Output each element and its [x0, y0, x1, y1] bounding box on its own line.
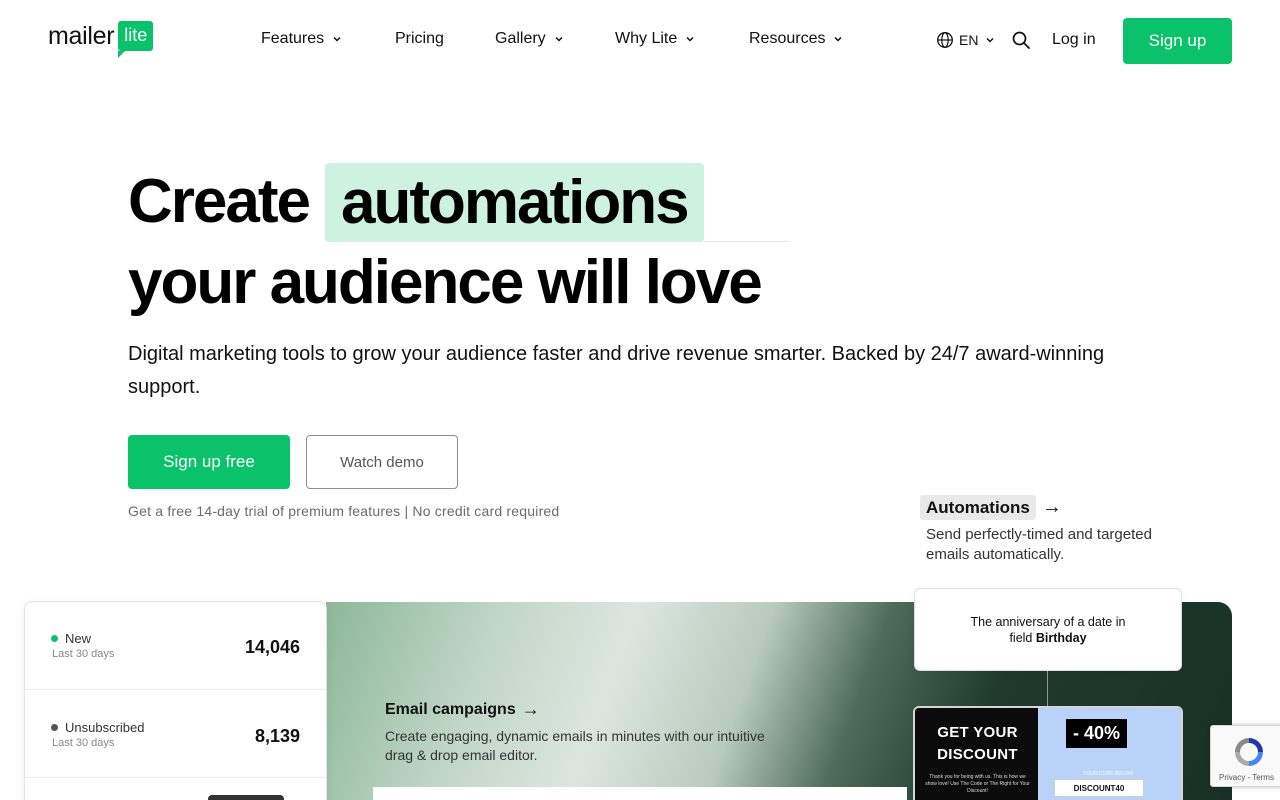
chevron-down-icon: [834, 36, 843, 42]
chevron-down-icon: [333, 36, 341, 42]
automations-link[interactable]: Automations →: [920, 495, 1062, 520]
hero-title-prefix: Create: [128, 167, 311, 236]
automations-title: Automations: [920, 495, 1036, 520]
stat-label-wrap: Unsubscribed: [51, 720, 145, 735]
email-campaigns-link[interactable]: Email campaigns →: [385, 699, 540, 720]
mailerlite-logo[interactable]: mailer lite: [48, 21, 154, 58]
language-selector[interactable]: EN: [936, 31, 995, 49]
stat-value: 14,046: [244, 637, 300, 657]
automation-trigger-card: The anniversary of a date in field Birth…: [914, 588, 1182, 671]
discount-badge: - 40%: [1066, 719, 1128, 748]
hero-subtitle: Digital marketing tools to grow your aud…: [128, 343, 1105, 398]
stat-value: 8,139: [254, 726, 300, 746]
trigger-field-prefix: field: [1009, 630, 1033, 645]
promo-body-text: Thank you for being with us. This is how…: [925, 774, 1030, 794]
nav-item-label: Features: [261, 30, 325, 47]
trigger-line1: The anniversary of a date in: [970, 614, 1126, 629]
stat-label-wrap: New: [51, 631, 91, 646]
promo-left-panel: GET YOUR DISCOUNT Thank you for being wi…: [915, 708, 1038, 800]
globe-icon: [937, 32, 953, 48]
hero-title-line1: Create automations: [128, 162, 704, 242]
automations-description: Send perfectly-timed and targeted emails…: [926, 526, 1152, 563]
nav-item-resources[interactable]: Resources: [749, 30, 843, 48]
stat-row-new: New Last 30 days 14,046: [25, 602, 326, 690]
logo-badge: lite: [118, 21, 154, 58]
hero-title-highlight: automations: [325, 162, 704, 242]
discount-code: DISCOUNT40: [1054, 779, 1144, 797]
chevron-down-icon: [686, 36, 694, 42]
promo-right-panel: - 40% YOUR CODE BELOW DISCOUNT40: [1038, 708, 1181, 800]
language-code: EN: [959, 32, 979, 48]
chevron-down-icon: [555, 36, 563, 42]
trigger-line2: field Birthday: [1009, 630, 1086, 646]
stat-label: Unsubscribed: [65, 720, 145, 735]
signup-button[interactable]: Sign up: [1123, 18, 1232, 64]
email-campaigns-description: Create engaging, dynamic emails in minut…: [385, 728, 765, 763]
nav-item-label: Gallery: [495, 30, 546, 47]
stats-action-pill: [208, 795, 284, 800]
promo-headline-2: DISCOUNT: [937, 746, 1018, 763]
login-link[interactable]: Log in: [1052, 31, 1096, 49]
code-caption: YOUR CODE BELOW: [1083, 771, 1133, 777]
hero-title-line2: your audience will love: [128, 248, 763, 317]
nav-item-label: Pricing: [395, 30, 444, 47]
status-dot: [51, 724, 58, 731]
chevron-down-icon: [986, 37, 994, 43]
recaptcha-badge[interactable]: Privacy - Terms: [1210, 725, 1280, 787]
site-header: mailer lite Features Pricing Gallery Why…: [0, 0, 1280, 82]
recaptcha-links[interactable]: Privacy - Terms: [1219, 773, 1274, 782]
stat-period: Last 30 days: [52, 648, 115, 660]
nav-item-features[interactable]: Features: [261, 30, 342, 48]
nav-item-gallery[interactable]: Gallery: [495, 30, 564, 48]
promo-headline-1: GET YOUR: [937, 724, 1018, 741]
recaptcha-icon: [1235, 738, 1263, 766]
status-dot: [51, 635, 58, 642]
nav-item-pricing[interactable]: Pricing: [395, 30, 444, 48]
discount-email-preview: GET YOUR DISCOUNT Thank you for being wi…: [913, 706, 1183, 800]
nav-item-label: Why Lite: [615, 30, 678, 47]
subscriber-stats-card: New Last 30 days 14,046 Unsubscribed Las…: [24, 601, 327, 800]
arrow-right-icon: →: [521, 699, 540, 719]
highlight-underline: [345, 241, 790, 242]
trial-note: Get a free 14-day trial of premium featu…: [128, 503, 560, 519]
stat-period: Last 30 days: [52, 737, 115, 749]
watch-demo-button[interactable]: Watch demo: [306, 435, 458, 489]
nav-item-why-lite[interactable]: Why Lite: [615, 30, 695, 48]
stat-row-unsubscribed: Unsubscribed Last 30 days 8,139: [25, 690, 326, 778]
arrow-right-icon: →: [1041, 496, 1062, 518]
email-campaigns-title: Email campaigns: [385, 700, 516, 718]
signup-free-button[interactable]: Sign up free: [128, 435, 290, 489]
stat-label: New: [65, 631, 92, 646]
email-editor-preview: [373, 787, 907, 800]
search-icon[interactable]: [1011, 30, 1031, 50]
nav-item-label: Resources: [749, 30, 826, 47]
trigger-field-name: Birthday: [1035, 630, 1087, 645]
automation-connector-line: [1047, 671, 1048, 707]
logo-wordmark: mailer: [48, 22, 115, 50]
